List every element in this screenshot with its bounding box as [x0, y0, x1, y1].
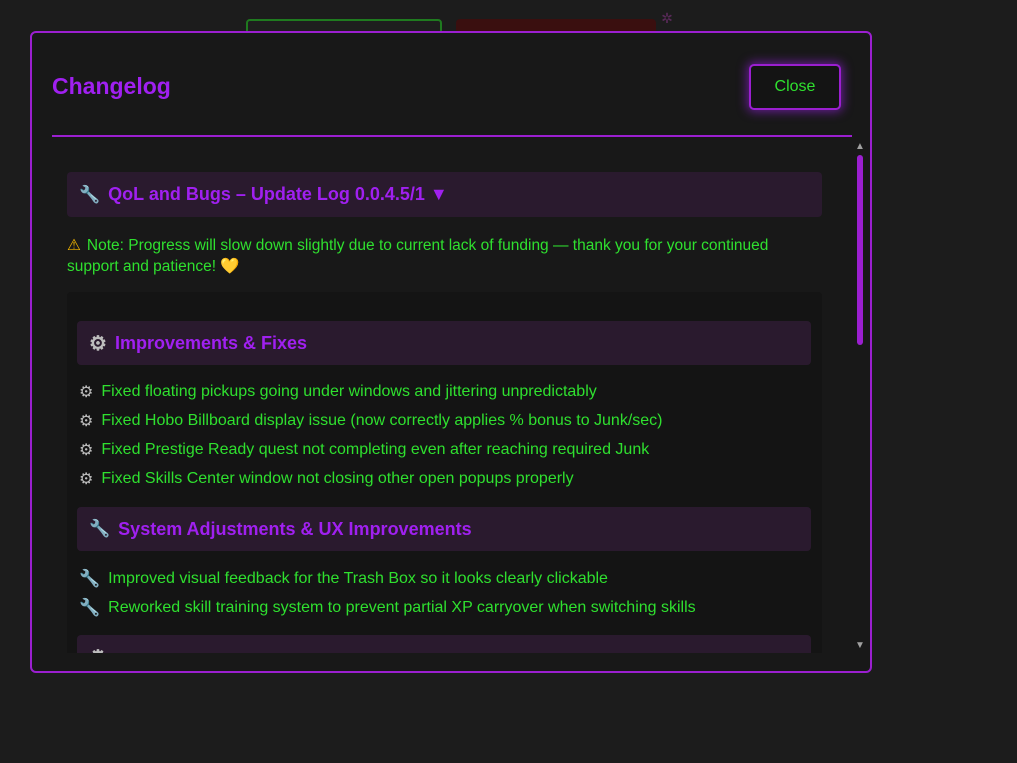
list-item: 🔧 Reworked skill training system to prev…: [79, 598, 696, 618]
list-item-text: Reworked skill training system to preven…: [108, 599, 696, 616]
list-item-text: Fixed Hobo Billboard display issue (now …: [101, 412, 663, 429]
list-item-text: Fixed floating pickups going under windo…: [101, 383, 597, 400]
gear-icon: ⚙: [89, 332, 107, 355]
note-text: Note: Progress will slow down slightly d…: [67, 237, 769, 275]
subsection-header-next: ⚙: [77, 635, 811, 653]
list-item-text: Fixed Skills Center window not closing o…: [101, 470, 574, 487]
scroll-down-arrow-icon[interactable]: ▼: [854, 640, 866, 651]
wrench-icon: 🔧: [79, 569, 101, 588]
subsection-title: System Adjustments & UX Improvements: [118, 518, 472, 539]
gear-icon: ⚙: [89, 645, 107, 654]
section-title: QoL and Bugs – Update Log 0.0.4.5/1 ▼: [108, 184, 448, 204]
list-item: ⚙ Fixed floating pickups going under win…: [79, 382, 597, 402]
section-header-update-log[interactable]: 🔧 QoL and Bugs – Update Log 0.0.4.5/1 ▼: [67, 172, 822, 217]
modal-title: Changelog: [52, 73, 171, 99]
bee-icon: ✲: [661, 10, 673, 26]
subsection-title: Improvements & Fixes: [114, 332, 308, 353]
yellow-heart-icon: 💛: [220, 258, 240, 275]
subsection-header-system-adjustments: 🔧 System Adjustments & UX Improvements: [77, 507, 811, 551]
list-item: ⚙ Fixed Skills Center window not closing…: [79, 469, 574, 489]
scrollbar-thumb[interactable]: [857, 155, 863, 345]
funding-note: ⚠ Note: Progress will slow down slightly …: [67, 235, 817, 277]
list-item: ⚙ Fixed Hobo Billboard display issue (no…: [79, 411, 663, 431]
scroll-up-arrow-icon[interactable]: ▲: [854, 141, 866, 152]
gear-icon: ⚙: [79, 471, 94, 488]
wrench-icon: 🔧: [79, 184, 101, 204]
list-item: 🔧 Improved visual feedback for the Trash…: [79, 569, 608, 589]
list-item: ⚙ Fixed Prestige Ready quest not complet…: [79, 440, 649, 460]
changelog-content[interactable]: 🔧 QoL and Bugs – Update Log 0.0.4.5/1 ▼ …: [52, 137, 852, 653]
scrollbar[interactable]: ▲ ▼: [854, 141, 866, 651]
gear-icon: ⚙: [79, 384, 94, 401]
close-button[interactable]: Close: [749, 64, 841, 110]
list-item-text: Improved visual feedback for the Trash B…: [108, 570, 608, 587]
gear-icon: ⚙: [79, 442, 94, 459]
wrench-icon: 🔧: [89, 519, 111, 538]
update-details-panel: ⚙ Improvements & Fixes ⚙ Fixed floating …: [67, 292, 822, 653]
list-item-text: Fixed Prestige Ready quest not completin…: [101, 441, 650, 458]
gear-icon: ⚙: [79, 413, 94, 430]
wrench-icon: 🔧: [79, 598, 101, 617]
warning-icon: ⚠: [67, 237, 81, 254]
changelog-modal: Changelog Close 🔧 QoL and Bugs – Update …: [30, 31, 872, 673]
subsection-header-improvements: ⚙ Improvements & Fixes: [77, 321, 811, 365]
